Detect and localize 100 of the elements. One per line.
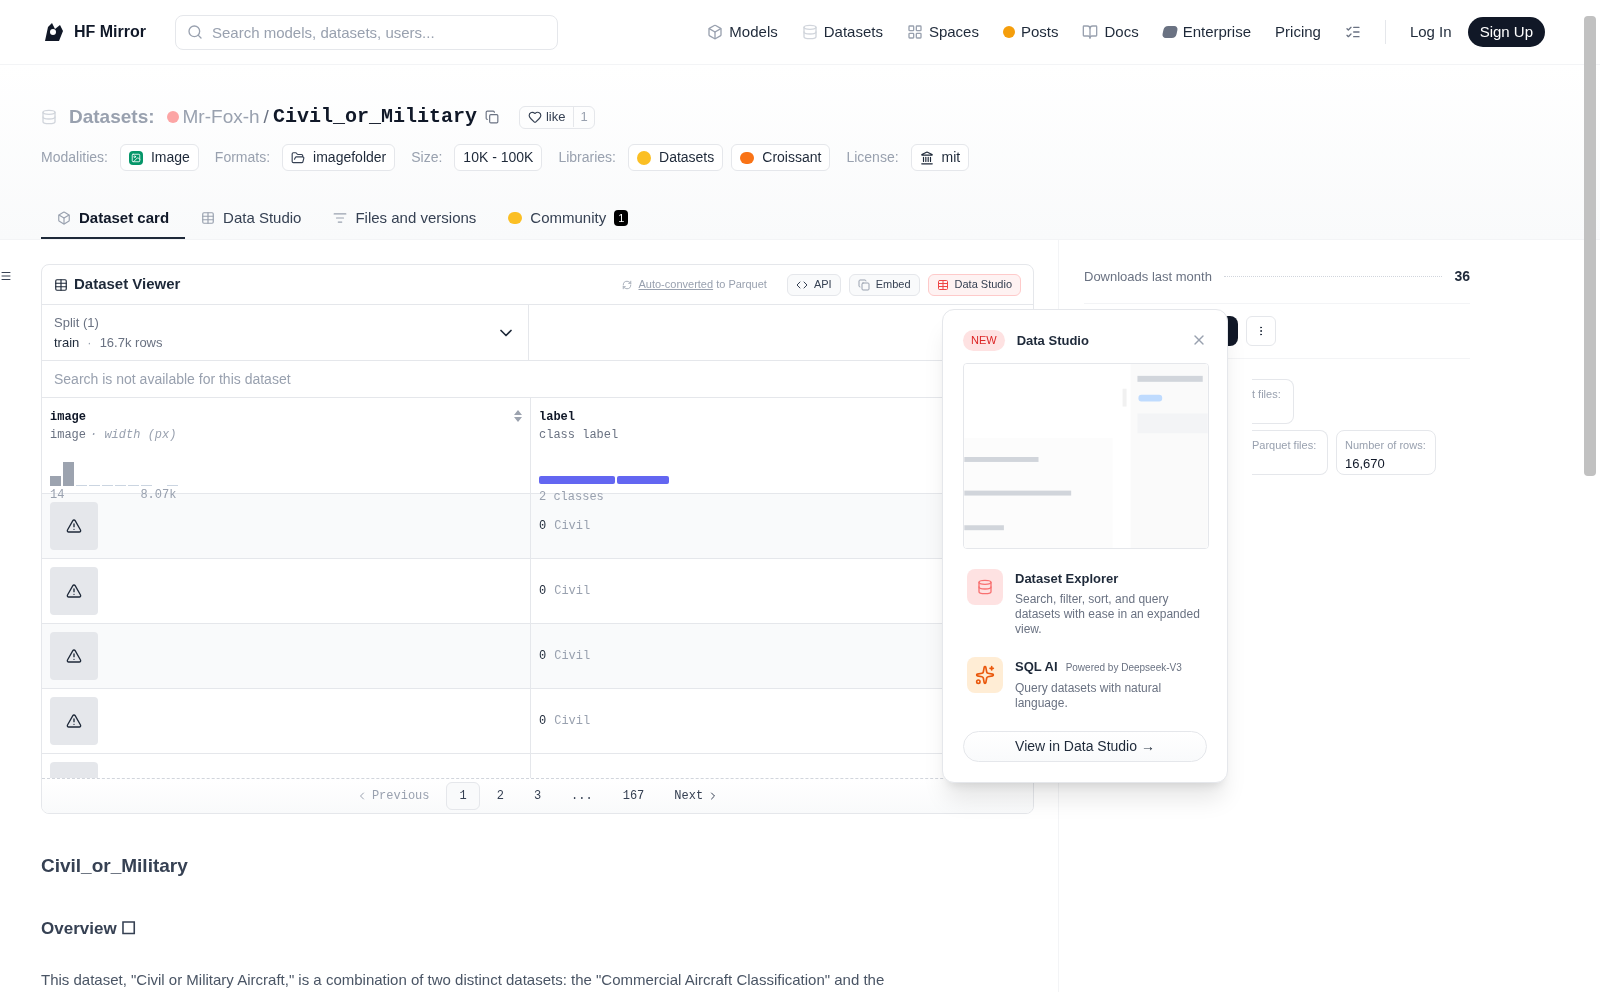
menu-icon[interactable] bbox=[0, 270, 12, 282]
nav-link[interactable]: Enterprise bbox=[1162, 20, 1252, 44]
like-count: 1 bbox=[573, 107, 594, 127]
column-name: image bbox=[50, 409, 86, 426]
split-selector[interactable]: Split (1) train · 16.7k rows bbox=[42, 305, 529, 360]
brand-name[interactable]: HF Mirror bbox=[74, 20, 146, 44]
file-list-icon bbox=[333, 211, 348, 225]
feature-title: SQL AI bbox=[1015, 658, 1058, 676]
class-index: 0 bbox=[539, 583, 547, 600]
min-value: 14 bbox=[50, 487, 65, 504]
tag[interactable]: Image bbox=[119, 144, 199, 171]
meta-label: Size: bbox=[411, 148, 443, 167]
stat-label: Parquet files: bbox=[1252, 439, 1317, 451]
cube-icon bbox=[707, 24, 724, 40]
class-count: 2 classes bbox=[539, 489, 605, 506]
stat-label: t files: bbox=[1252, 388, 1281, 400]
viewer-button[interactable]: Embed bbox=[848, 273, 920, 296]
column-type-detail: · width (px) bbox=[90, 427, 177, 444]
page-button[interactable]: 3 bbox=[520, 782, 555, 810]
page-button[interactable]: 1 bbox=[446, 782, 480, 810]
card-title: Civil_or_Military bbox=[41, 854, 189, 878]
bank-icon bbox=[919, 150, 934, 165]
refresh-icon bbox=[622, 279, 633, 290]
downloads-label: Downloads last month bbox=[1084, 267, 1212, 286]
feature-note: Powered by Deepseek-V3 bbox=[1065, 661, 1182, 675]
meta-label: Formats: bbox=[214, 148, 271, 167]
page-ellipsis: ... bbox=[570, 788, 594, 805]
table-icon bbox=[201, 211, 216, 225]
logo-icon bbox=[42, 21, 66, 43]
scrollbar[interactable] bbox=[1584, 16, 1596, 476]
page-button[interactable]: 167 bbox=[609, 782, 658, 810]
warning-icon bbox=[66, 583, 82, 599]
viewer-button[interactable]: Data Studio bbox=[927, 273, 1021, 296]
copy-icon[interactable] bbox=[484, 110, 499, 124]
class-name: Civil bbox=[554, 518, 591, 535]
like-button[interactable]: like 1 bbox=[518, 105, 595, 129]
tag[interactable]: imagefolder bbox=[282, 144, 396, 171]
warning-icon bbox=[66, 713, 82, 729]
book-icon bbox=[1082, 24, 1099, 40]
signup-button[interactable]: Sign Up bbox=[1467, 17, 1545, 47]
tag[interactable]: 10K - 100K bbox=[454, 144, 543, 171]
folder-icon bbox=[291, 150, 306, 165]
nav-link[interactable]: Models bbox=[707, 20, 778, 44]
tab[interactable]: Data Studio bbox=[185, 199, 318, 239]
tag[interactable]: Datasets bbox=[628, 144, 724, 171]
stat-value: 16,670 bbox=[1345, 454, 1386, 473]
table-icon bbox=[936, 278, 949, 291]
search-field[interactable]: Search models, datasets, users... bbox=[175, 14, 558, 50]
menu-icon[interactable] bbox=[1344, 24, 1361, 40]
new-badge: NEW bbox=[963, 330, 1005, 351]
class-index: 0 bbox=[539, 648, 547, 665]
tag[interactable]: Croissant bbox=[731, 144, 831, 171]
class-index: 0 bbox=[539, 518, 547, 535]
tag[interactable]: mit bbox=[910, 144, 970, 171]
image-icon bbox=[128, 150, 143, 165]
grid-icon bbox=[906, 24, 923, 40]
conversion-note: Auto-converted to Parquet bbox=[638, 277, 767, 293]
section-heading: Overview ☐ bbox=[41, 917, 138, 940]
tab[interactable]: Dataset card bbox=[41, 199, 186, 239]
sort-icon[interactable] bbox=[514, 410, 522, 422]
nav-link[interactable]: Pricing bbox=[1275, 20, 1321, 44]
count-badge: 1 bbox=[614, 210, 629, 226]
page-button[interactable]: 2 bbox=[483, 782, 517, 810]
column-name: label bbox=[539, 409, 575, 426]
nav-link[interactable]: Spaces bbox=[906, 20, 979, 44]
nav-link[interactable]: Docs bbox=[1082, 20, 1139, 44]
avatar-icon bbox=[166, 111, 179, 123]
overview-paragraph: This dataset, "Civil or Military Aircraft," is a combination of two distinct datasets: the "Commercial Aircraft Classification" and the bbox=[41, 970, 886, 990]
search-icon bbox=[187, 23, 203, 40]
column-type: class label bbox=[539, 427, 619, 444]
sparkles-icon bbox=[967, 657, 1003, 693]
class-name: Civil bbox=[554, 648, 591, 665]
database-icon bbox=[801, 24, 818, 40]
database-icon bbox=[41, 109, 57, 125]
max-value: 8.07k bbox=[140, 487, 177, 504]
next-button[interactable]: Next bbox=[661, 782, 733, 810]
meta-label: License: bbox=[846, 148, 899, 167]
meta-label: Modalities: bbox=[41, 148, 108, 167]
slanted-tag-icon bbox=[1161, 26, 1178, 38]
viewer-title: Dataset Viewer bbox=[74, 274, 181, 295]
warning-icon bbox=[66, 518, 82, 534]
login-link[interactable]: Log In bbox=[1409, 20, 1452, 44]
heart-icon bbox=[527, 110, 542, 124]
class-name: Civil bbox=[554, 583, 591, 600]
feature-description: Search, filter, sort, and query datasets with ease in an expanded view. bbox=[1015, 592, 1201, 637]
tab[interactable]: Files and versions bbox=[317, 199, 493, 239]
feature-title: Dataset Explorer bbox=[1015, 569, 1119, 588]
viewer-button[interactable]: API bbox=[786, 273, 841, 296]
repo-type: Datasets: bbox=[69, 104, 155, 129]
cube-icon bbox=[57, 211, 71, 225]
repo-name[interactable]: Civil_or_Military bbox=[272, 102, 477, 132]
stat-label: Number of rows: bbox=[1345, 438, 1427, 453]
database-icon bbox=[967, 568, 1003, 605]
meta-label: Libraries: bbox=[558, 148, 616, 167]
popover-title: Data Studio bbox=[1016, 331, 1089, 350]
feature-description: Query datasets with natural language. bbox=[1015, 680, 1163, 711]
view-in-data-studio-button[interactable]: View in Data Studio → bbox=[963, 730, 1207, 762]
nav-link[interactable]: Posts bbox=[1002, 20, 1059, 44]
nav-link[interactable]: Datasets bbox=[801, 20, 883, 44]
tab[interactable]: Community 1 bbox=[492, 199, 645, 239]
